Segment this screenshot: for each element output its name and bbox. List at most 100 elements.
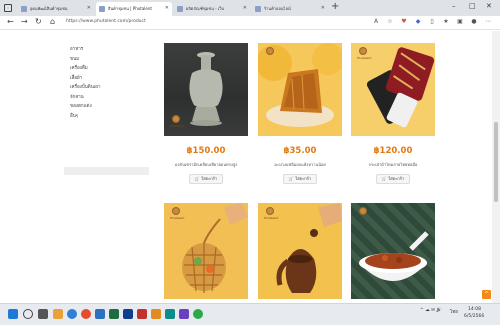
product-image[interactable] [351,203,435,299]
address-bar[interactable]: https://www.phutalent.com/product [66,19,146,24]
start-windows-icon[interactable] [8,309,18,319]
tab-4[interactable]: ร้านค้าออนไลน์ ✕ [252,2,328,16]
brand-logo-text: Phutalent [357,56,372,60]
brand-logo-icon [172,115,180,123]
line-app-icon[interactable] [193,309,203,319]
close-tab-icon[interactable]: ✕ [321,5,325,11]
product-name[interactable]: กระเป๋าผ้าไหมลายไทยทอมือ [351,161,435,168]
forward-arrow-icon[interactable]: → [21,17,28,26]
category-menu: อาหาร ขนม เครื่องดื่ม เสื้อผ้า เครื่องปั… [64,45,149,121]
more-menu-icon[interactable]: ⋯ [484,18,492,26]
app-icon[interactable] [151,309,161,319]
add-to-cart-button[interactable]: 🛒 ใส่ตะกร้า [376,174,410,184]
windows-taskbar: ^ ☁ ✉ 🔊 ไทย 14:08 6/5/2566 [0,303,500,325]
spicy-snack-bowl-image [359,231,429,281]
new-tab-button[interactable]: + [331,1,339,12]
close-tab-icon[interactable]: ✕ [243,5,247,11]
excel-icon[interactable] [109,309,119,319]
brand-logo-text: Phutalent [264,216,279,220]
teams-icon[interactable] [165,309,175,319]
close-tab-icon[interactable]: ✕ [87,5,91,11]
brand-logo-text: Phutalent [170,216,185,220]
brand-logo-icon [266,47,274,55]
split-screen-icon[interactable]: ▯ [428,18,436,26]
page-scrollbar-thumb[interactable] [494,122,498,202]
product-card: ฿35.00 มะม่วงแช่อิ่มอบแห้งหวานน้อย 🛒 ใส่… [258,43,342,184]
brand-logo: Phutalent [357,47,372,60]
back-to-top-button[interactable]: ^ [482,290,491,299]
profile-icon[interactable]: ● [470,18,478,26]
category-item[interactable]: จักสาน [64,93,149,103]
minimize-button[interactable]: – [452,2,456,10]
page-content: อาหาร ขนม เครื่องดื่ม เสื้อผ้า เครื่องปั… [0,31,492,303]
dried-mango-image [258,43,342,127]
product-card [351,203,435,299]
product-image[interactable] [258,43,342,136]
file-explorer-icon[interactable] [53,309,63,319]
add-to-cart-button[interactable]: 🛒 ใส่ตะกร้า [283,174,317,184]
add-to-cart-label: ใส่ตะกร้า [295,176,312,181]
close-window-button[interactable]: ✕ [486,2,492,10]
browser-toolbar: ← → ↻ ⌂ https://www.phutalent.com/produc… [0,16,500,30]
edge-browser-icon[interactable] [67,309,77,319]
reload-icon[interactable]: ↻ [35,17,42,26]
back-arrow-icon[interactable]: ← [7,17,14,26]
tab-2[interactable]: สินค้าชุมชน | Phutalent ✕ [96,2,172,16]
category-item[interactable]: ของตกแต่ง [64,102,149,112]
product-image[interactable]: Phutalent [351,43,435,136]
category-item[interactable]: อื่นๆ [64,112,149,122]
add-to-cart-button[interactable]: 🛒 ใส่ตะกร้า [189,174,223,184]
product-image[interactable]: Phutalent [164,203,248,299]
brand-logo: Phutalent [170,115,184,128]
brand-logo: Phutalent [264,207,279,220]
chrome-browser-icon[interactable] [81,309,91,319]
category-item[interactable]: อาหาร [64,45,149,55]
input-language-indicator[interactable]: ไทย [450,308,458,315]
tab-3[interactable]: ผลิตภัณฑ์ชุมชน - เว็บ ✕ [174,2,250,16]
window-icon[interactable] [4,4,12,12]
product-card: Phutalent ฿150.00 แจกันเซรามิกเคลือบเขีย… [164,43,248,184]
search-icon[interactable] [23,309,33,319]
category-item[interactable]: เครื่องดื่ม [64,64,149,74]
clock-date[interactable]: 6/5/2566 [464,314,484,319]
product-name[interactable]: มะม่วงแช่อิ่มอบแห้งหวานน้อย [258,161,342,168]
product-image[interactable]: Phutalent [258,203,342,299]
collections-icon[interactable]: ▣ [456,18,464,26]
product-image[interactable]: Phutalent [164,43,248,136]
extension-shield-icon[interactable]: ♥ [400,18,408,26]
tab-favicon-icon [255,6,261,12]
product-card: Phutalent ฿120.00 กระเป๋าผ้าไหมลายไทยทอม… [351,43,435,184]
task-view-icon[interactable] [38,309,48,319]
brand-logo: Phutalent [170,207,185,220]
product-price: ฿150.00 [186,146,226,156]
clock-time[interactable]: 14:08 [468,307,481,312]
word-icon[interactable] [95,309,105,319]
tab-label: ร้านค้าออนไลน์ [264,6,291,11]
category-item[interactable]: เครื่องปั้นดินเผา [64,83,149,93]
maximize-button[interactable]: □ [469,2,476,10]
home-icon[interactable]: ⌂ [50,17,55,26]
category-item[interactable]: ขนม [64,55,149,65]
brand-logo-icon [359,47,367,55]
powerpoint-icon[interactable] [137,309,147,319]
tab-favicon-icon [21,6,27,12]
brand-logo-icon [172,207,180,215]
extension-puzzle-icon[interactable]: ◆ [414,18,422,26]
brand-logo [357,207,369,216]
tab-1[interactable]: อุดมพัฒน์สินค้าชุมชน ✕ [18,2,94,16]
tab-favicon-icon [99,6,105,12]
system-tray-icons[interactable]: ^ ☁ ✉ 🔊 [420,308,442,313]
onenote-icon[interactable] [179,309,189,319]
add-to-cart-label: ใส่ตะกร้า [201,176,218,181]
product-name[interactable]: แจกันเซรามิกเคลือบเขียวอ่อนทรงสูง [164,161,248,168]
mail-icon[interactable] [123,309,133,319]
add-to-cart-label: ใส่ตะกร้า [388,176,405,181]
product-price: ฿35.00 [283,146,317,156]
tab-label: ผลิตภัณฑ์ชุมชน - เว็บ [186,6,224,11]
brand-logo-icon [359,207,367,215]
favorites-icon[interactable]: ★ [442,18,450,26]
close-tab-icon[interactable]: ✕ [165,5,169,11]
read-aloud-icon[interactable]: A [372,18,380,26]
favorite-star-icon[interactable]: ☆ [386,18,394,26]
category-item[interactable]: เสื้อผ้า [64,74,149,84]
